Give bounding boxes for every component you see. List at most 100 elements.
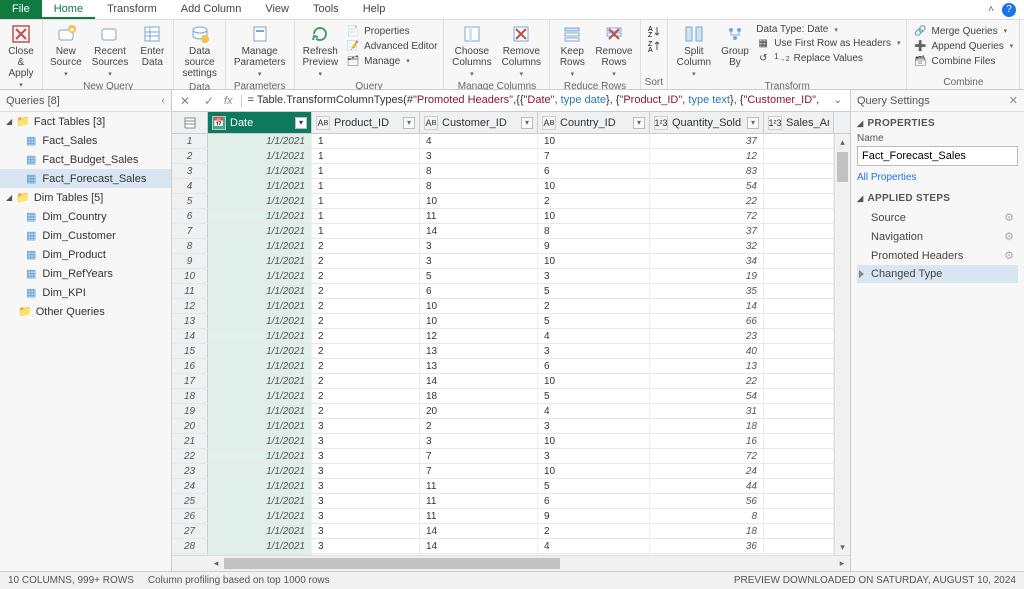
row-number[interactable]: 12: [172, 299, 208, 313]
cell-country-id[interactable]: 4: [538, 404, 650, 418]
data-source-settings-button[interactable]: Data source settings: [178, 22, 220, 81]
cell-customer-id[interactable]: 11: [420, 209, 538, 223]
cell-customer-id[interactable]: 14: [420, 539, 538, 553]
manage-button[interactable]: 🗂Manage▾: [346, 54, 437, 68]
cell-country-id[interactable]: 4: [538, 554, 650, 555]
cell-customer-id[interactable]: 10: [420, 314, 538, 328]
formula-accept-icon[interactable]: ✓: [200, 92, 218, 110]
cell-country-id[interactable]: 10: [538, 434, 650, 448]
cell-quantity-sold[interactable]: 44: [650, 479, 764, 493]
split-column-button[interactable]: Split Column▾: [672, 22, 716, 80]
gear-icon[interactable]: ⚙: [1004, 249, 1014, 262]
cell-sales-amount[interactable]: [764, 269, 834, 283]
cell-customer-id[interactable]: 15: [420, 554, 538, 555]
cell-product-id[interactable]: 3: [312, 479, 420, 493]
cell-quantity-sold[interactable]: 18: [650, 524, 764, 538]
cell-country-id[interactable]: 5: [538, 389, 650, 403]
cell-country-id[interactable]: 5: [538, 284, 650, 298]
query-item-dim-product[interactable]: ▦Dim_Product: [0, 245, 171, 264]
cell-sales-amount[interactable]: [764, 134, 834, 148]
cell-quantity-sold[interactable]: 72: [650, 449, 764, 463]
cell-product-id[interactable]: 2: [312, 359, 420, 373]
cell-quantity-sold[interactable]: 32: [650, 239, 764, 253]
cell-quantity-sold[interactable]: 54: [650, 179, 764, 193]
cell-customer-id[interactable]: 10: [420, 299, 538, 313]
cell-date[interactable]: 1/1/2021: [208, 344, 312, 358]
cell-product-id[interactable]: 1: [312, 179, 420, 193]
cell-sales-amount[interactable]: [764, 344, 834, 358]
table-row[interactable]: 291/1/2021315413: [172, 554, 834, 555]
cell-product-id[interactable]: 2: [312, 329, 420, 343]
cell-customer-id[interactable]: 3: [420, 434, 538, 448]
cell-customer-id[interactable]: 4: [420, 134, 538, 148]
row-number[interactable]: 4: [172, 179, 208, 193]
cell-product-id[interactable]: 3: [312, 524, 420, 538]
cell-customer-id[interactable]: 14: [420, 524, 538, 538]
table-row[interactable]: 81/1/202123932: [172, 239, 834, 254]
ribbon-collapse-icon[interactable]: ˄: [988, 4, 994, 15]
cell-date[interactable]: 1/1/2021: [208, 494, 312, 508]
table-row[interactable]: 141/1/2021212423: [172, 329, 834, 344]
cell-date[interactable]: 1/1/2021: [208, 209, 312, 223]
keep-rows-button[interactable]: Keep Rows▾: [554, 22, 590, 80]
table-row[interactable]: 131/1/2021210566: [172, 314, 834, 329]
cell-customer-id[interactable]: 20: [420, 404, 538, 418]
table-row[interactable]: 171/1/20212141022: [172, 374, 834, 389]
step-navigation[interactable]: Navigation⚙: [857, 227, 1018, 246]
menu-add-column[interactable]: Add Column: [169, 0, 254, 19]
cell-country-id[interactable]: 10: [538, 179, 650, 193]
cell-customer-id[interactable]: 14: [420, 224, 538, 238]
cell-sales-amount[interactable]: [764, 494, 834, 508]
cell-date[interactable]: 1/1/2021: [208, 374, 312, 388]
cell-quantity-sold[interactable]: 22: [650, 194, 764, 208]
table-row[interactable]: 121/1/2021210214: [172, 299, 834, 314]
cell-product-id[interactable]: 2: [312, 314, 420, 328]
cell-quantity-sold[interactable]: 31: [650, 404, 764, 418]
table-row[interactable]: 231/1/2021371024: [172, 464, 834, 479]
cell-country-id[interactable]: 5: [538, 314, 650, 328]
menu-view[interactable]: View: [253, 0, 301, 19]
row-number[interactable]: 24: [172, 479, 208, 493]
cell-customer-id[interactable]: 12: [420, 329, 538, 343]
query-group-fact[interactable]: ◢📁Fact Tables [3]: [0, 112, 171, 131]
row-number[interactable]: 11: [172, 284, 208, 298]
manage-parameters-button[interactable]: Manage Parameters▾: [230, 22, 290, 80]
row-number[interactable]: 7: [172, 224, 208, 238]
cell-date[interactable]: 1/1/2021: [208, 464, 312, 478]
row-number[interactable]: 5: [172, 194, 208, 208]
help-icon[interactable]: ?: [1002, 3, 1016, 17]
cell-product-id[interactable]: 1: [312, 209, 420, 223]
table-row[interactable]: 61/1/20211111072: [172, 209, 834, 224]
cell-quantity-sold[interactable]: 22: [650, 374, 764, 388]
cell-sales-amount[interactable]: [764, 464, 834, 478]
cell-customer-id[interactable]: 7: [420, 449, 538, 463]
menu-transform[interactable]: Transform: [95, 0, 169, 19]
cell-product-id[interactable]: 1: [312, 134, 420, 148]
row-number[interactable]: 14: [172, 329, 208, 343]
row-number[interactable]: 13: [172, 314, 208, 328]
row-number[interactable]: 26: [172, 509, 208, 523]
scrollbar-thumb[interactable]: [224, 558, 560, 569]
query-item-dim-refyears[interactable]: ▦Dim_RefYears: [0, 264, 171, 283]
cell-country-id[interactable]: 9: [538, 239, 650, 253]
column-filter-icon[interactable]: ▾: [295, 117, 307, 129]
cell-date[interactable]: 1/1/2021: [208, 404, 312, 418]
cell-date[interactable]: 1/1/2021: [208, 359, 312, 373]
cell-customer-id[interactable]: 6: [420, 284, 538, 298]
cell-date[interactable]: 1/1/2021: [208, 284, 312, 298]
cell-date[interactable]: 1/1/2021: [208, 314, 312, 328]
cell-product-id[interactable]: 1: [312, 164, 420, 178]
cell-date[interactable]: 1/1/2021: [208, 524, 312, 538]
row-number[interactable]: 9: [172, 254, 208, 268]
merge-queries-button[interactable]: 🔗Merge Queries▾: [913, 24, 1013, 38]
cell-sales-amount[interactable]: [764, 554, 834, 555]
row-number[interactable]: 3: [172, 164, 208, 178]
table-row[interactable]: 151/1/2021213340: [172, 344, 834, 359]
table-row[interactable]: 201/1/202132318: [172, 419, 834, 434]
cell-date[interactable]: 1/1/2021: [208, 224, 312, 238]
table-row[interactable]: 161/1/2021213613: [172, 359, 834, 374]
cell-sales-amount[interactable]: [764, 539, 834, 553]
new-source-button[interactable]: ★ New Source▾: [47, 22, 85, 80]
cell-customer-id[interactable]: 13: [420, 344, 538, 358]
row-number[interactable]: 28: [172, 539, 208, 553]
